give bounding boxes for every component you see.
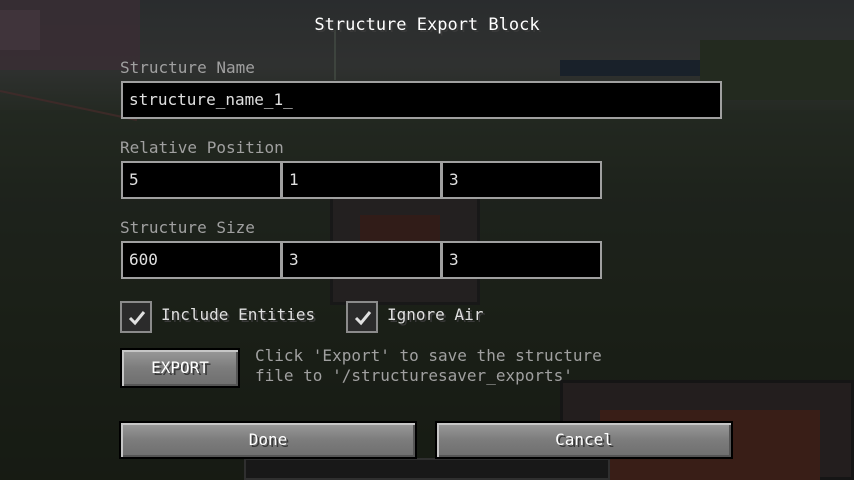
structure-name-field[interactable]: structure_name_1_ <box>121 81 722 119</box>
structure-size-y-field[interactable]: 3 <box>281 241 442 279</box>
game-scene: Structure Export Block Structure Name st… <box>0 0 854 480</box>
checkmark-icon <box>128 311 146 326</box>
include-entities-label: Include Entities <box>161 305 316 324</box>
cancel-button[interactable]: Cancel <box>435 421 733 459</box>
checkmark-icon <box>354 311 372 326</box>
ignore-air-label: Ignore Air <box>387 305 484 324</box>
relative-position-y-field[interactable]: 1 <box>281 161 442 199</box>
screen-title: Structure Export Block <box>314 15 540 35</box>
structure-size-z-field[interactable]: 3 <box>441 241 602 279</box>
include-entities-checkbox[interactable] <box>120 301 152 333</box>
relative-position-label: Relative Position <box>120 138 284 157</box>
export-info-line2: file to '/structuresaver_exports' <box>255 366 573 385</box>
relative-position-z-field[interactable]: 3 <box>441 161 602 199</box>
export-info-line1: Click 'Export' to save the structure <box>255 346 602 365</box>
export-button[interactable]: EXPORT <box>120 348 240 388</box>
ignore-air-checkbox[interactable] <box>346 301 378 333</box>
structure-name-label: Structure Name <box>120 58 255 77</box>
done-button[interactable]: Done <box>119 421 417 459</box>
relative-position-x-field[interactable]: 5 <box>121 161 282 199</box>
structure-size-x-field[interactable]: 600 <box>121 241 282 279</box>
structure-size-label: Structure Size <box>120 218 255 237</box>
